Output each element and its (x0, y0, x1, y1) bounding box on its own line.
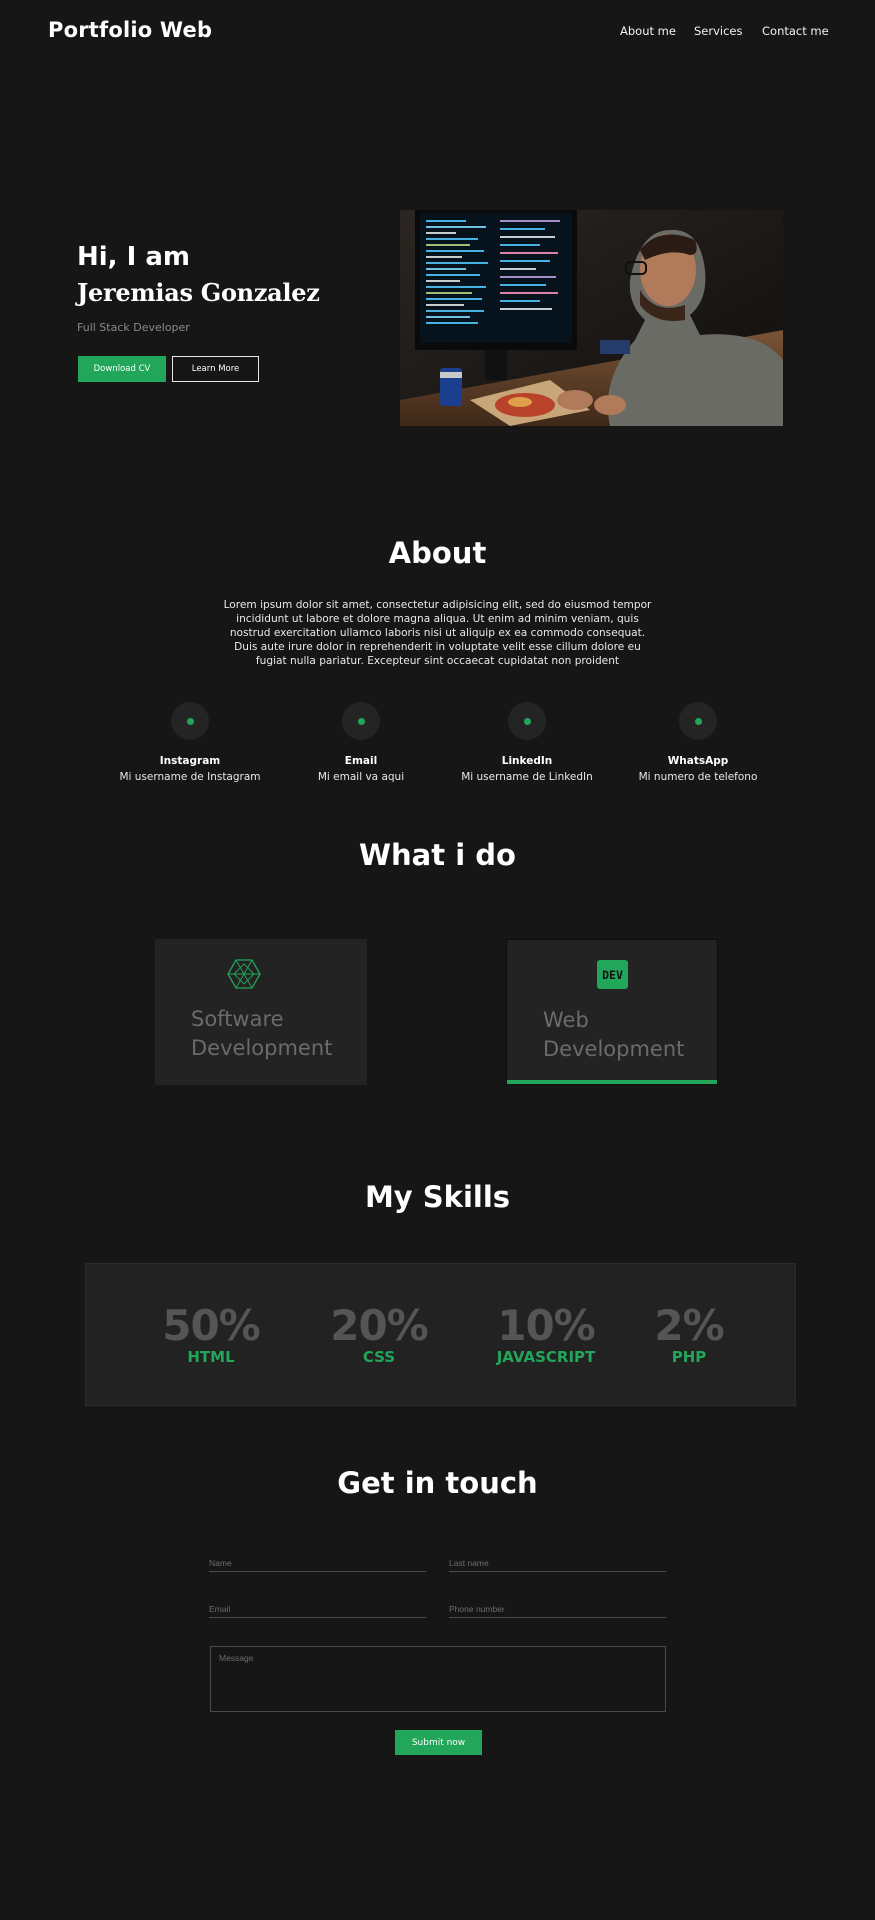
name-input[interactable] (209, 1554, 426, 1572)
service-card-web-development[interactable]: DEV Web Development (506, 939, 718, 1085)
skill-percent: 20% (330, 1301, 429, 1350)
skill-html: 50% HTML (141, 1301, 281, 1367)
contact-email: Email Mi email va aqui (281, 702, 441, 783)
skill-name: CSS (362, 1348, 396, 1366)
nav-about-me[interactable]: About me (620, 24, 676, 38)
hero-role: Full Stack Developer (77, 321, 190, 334)
skill-name: JAVASCRIPT (496, 1348, 596, 1366)
contact-detail: Mi numero de telefono (638, 771, 758, 783)
service-label: Software Development (191, 1007, 333, 1060)
nav-services[interactable]: Services (694, 24, 743, 38)
submit-button[interactable]: Submit now (395, 1730, 482, 1755)
contact-linkedin: LinkedIn Mi username de LinkedIn (447, 702, 607, 783)
skill-percent: 10% (497, 1301, 596, 1350)
linkedin-icon[interactable] (508, 702, 546, 740)
learn-more-button[interactable]: Learn More (172, 356, 259, 382)
hero-photo (400, 210, 783, 426)
contact-instagram: Instagram Mi username de Instagram (110, 702, 270, 783)
contact-name: Email (344, 755, 378, 767)
skill-name: PHP (671, 1348, 707, 1366)
contact-whatsapp: WhatsApp Mi numero de telefono (618, 702, 778, 783)
skill-css: 20% CSS (309, 1301, 449, 1367)
download-cv-button[interactable]: Download CV (78, 356, 166, 382)
service-card-software-development[interactable]: Software Development (155, 939, 367, 1085)
name-field (209, 1551, 426, 1572)
skills-panel: 50% HTML 20% CSS 10% JAVASCRIPT 2% PHP (85, 1263, 796, 1406)
contact-form-title: Get in touch (337, 1466, 538, 1500)
contact-detail: Mi username de LinkedIn (461, 771, 593, 783)
last-name-field (449, 1551, 666, 1572)
email-field (209, 1597, 426, 1618)
site-logo[interactable]: Portfolio Web (48, 18, 212, 42)
instagram-icon[interactable] (171, 702, 209, 740)
email-input[interactable] (209, 1600, 426, 1618)
nav-contact-me[interactable]: Contact me (762, 24, 829, 38)
skills-title: My Skills (364, 1180, 511, 1214)
service-label: Web Development (543, 1008, 685, 1061)
services-title: What i do (359, 838, 516, 872)
hero-name: Jeremias Gonzalez (77, 278, 320, 307)
message-input[interactable] (211, 1647, 665, 1711)
contact-name: WhatsApp (667, 755, 729, 767)
dev-badge-icon: DEV (597, 960, 628, 989)
about-text: Lorem ipsum dolor sit amet, consectetur … (223, 599, 652, 667)
last-name-input[interactable] (449, 1554, 666, 1572)
about-title: About (388, 536, 487, 570)
phone-field (449, 1597, 666, 1618)
hexagon-outline-icon (227, 959, 261, 989)
whatsapp-icon[interactable] (679, 702, 717, 740)
email-icon[interactable] (342, 702, 380, 740)
contact-detail: Mi username de Instagram (119, 771, 261, 783)
active-card-underline (507, 1080, 717, 1084)
skill-javascript: 10% JAVASCRIPT (476, 1301, 616, 1367)
skill-php: 2% PHP (619, 1301, 759, 1367)
contact-name: LinkedIn (501, 755, 553, 767)
hero-greeting: Hi, I am (77, 242, 190, 272)
message-field (210, 1646, 666, 1712)
skill-name: HTML (187, 1348, 235, 1366)
skill-percent: 50% (162, 1301, 261, 1350)
phone-input[interactable] (449, 1600, 666, 1618)
contact-detail: Mi email va aqui (317, 771, 405, 783)
skill-percent: 2% (654, 1301, 724, 1350)
contact-name: Instagram (159, 755, 221, 767)
